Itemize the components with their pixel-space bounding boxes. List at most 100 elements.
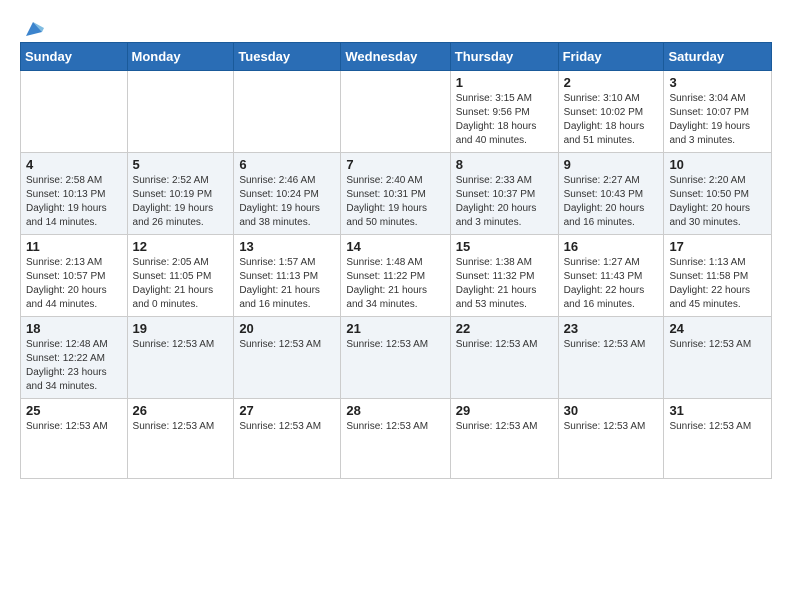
day-info: Sunrise: 3:15 AM Sunset: 9:56 PM Dayligh… xyxy=(456,92,553,148)
day-info: Sunrise: 1:27 AM Sunset: 11:43 PM Daylig… xyxy=(564,256,659,312)
day-number: 25 xyxy=(26,403,122,418)
calendar-cell: 1 Sunrise: 3:15 AM Sunset: 9:56 PM Daylig… xyxy=(450,71,558,153)
day-info: Sunrise: 3:04 AM Sunset: 10:07 PM Daylig… xyxy=(669,92,766,148)
day-number: 20 xyxy=(239,321,335,336)
col-header-monday: Monday xyxy=(127,43,234,71)
day-info: Sunrise: 3:10 AM Sunset: 10:02 PM Daylig… xyxy=(564,92,659,148)
calendar-cell xyxy=(127,71,234,153)
day-info: Sunrise: 12:53 AM xyxy=(346,338,444,352)
day-info: Sunrise: 12:53 AM xyxy=(456,338,553,352)
col-header-thursday: Thursday xyxy=(450,43,558,71)
calendar-cell: 11 Sunrise: 2:13 AM Sunset: 10:57 PM Dayl… xyxy=(21,235,128,317)
day-info: Sunrise: 2:05 AM Sunset: 11:05 PM Daylig… xyxy=(133,256,229,312)
day-number: 24 xyxy=(669,321,766,336)
calendar-cell: 17 Sunrise: 1:13 AM Sunset: 11:58 PM Dayl… xyxy=(664,235,772,317)
day-info: Sunrise: 12:53 AM xyxy=(239,338,335,352)
day-number: 27 xyxy=(239,403,335,418)
day-info: Sunrise: 12:53 AM xyxy=(133,420,229,434)
day-info: Sunrise: 12:53 AM xyxy=(669,420,766,434)
calendar-cell: 16 Sunrise: 1:27 AM Sunset: 11:43 PM Dayl… xyxy=(558,235,664,317)
calendar-cell: 29 Sunrise: 12:53 AM xyxy=(450,399,558,479)
day-number: 23 xyxy=(564,321,659,336)
col-header-wednesday: Wednesday xyxy=(341,43,450,71)
day-number: 12 xyxy=(133,239,229,254)
day-number: 17 xyxy=(669,239,766,254)
day-info: Sunrise: 2:46 AM Sunset: 10:24 PM Daylig… xyxy=(239,174,335,230)
day-number: 31 xyxy=(669,403,766,418)
calendar-cell: 13Sunrise: 1:57 AM Sunset: 11:13 PM Dayl… xyxy=(234,235,341,317)
calendar-cell: 21 Sunrise: 12:53 AM xyxy=(341,317,450,399)
col-header-tuesday: Tuesday xyxy=(234,43,341,71)
day-number: 29 xyxy=(456,403,553,418)
calendar-cell: 8 Sunrise: 2:33 AM Sunset: 10:37 PM Dayli… xyxy=(450,153,558,235)
day-info: Sunrise: 12:53 AM xyxy=(239,420,335,434)
day-info: Sunrise: 12:53 AM xyxy=(456,420,553,434)
calendar-cell: 7 Sunrise: 2:40 AM Sunset: 10:31 PM Dayli… xyxy=(341,153,450,235)
day-number: 30 xyxy=(564,403,659,418)
day-number: 1 xyxy=(456,75,553,90)
day-info: Sunrise: 2:20 AM Sunset: 10:50 PM Daylig… xyxy=(669,174,766,230)
calendar-header-row: SundayMondayTuesdayWednesdayThursdayFrid… xyxy=(21,43,772,71)
day-number: 28 xyxy=(346,403,444,418)
day-info: Sunrise: 1:48 AM Sunset: 11:22 PM Daylig… xyxy=(346,256,444,312)
day-info: Sunrise: 1:57 AM Sunset: 11:13 PM Daylig… xyxy=(239,256,335,312)
calendar-table: SundayMondayTuesdayWednesdayThursdayFrid… xyxy=(20,42,772,479)
calendar-cell: 2 Sunrise: 3:10 AM Sunset: 10:02 PM Dayli… xyxy=(558,71,664,153)
day-number: 21 xyxy=(346,321,444,336)
calendar-cell: 27 Sunrise: 12:53 AM xyxy=(234,399,341,479)
calendar-cell: 30Sunrise: 12:53 AM xyxy=(558,399,664,479)
day-number: 22 xyxy=(456,321,553,336)
calendar-week-row: 25Sunrise: 12:53 AM26Sunrise: 12:53 AM27… xyxy=(21,399,772,479)
col-header-friday: Friday xyxy=(558,43,664,71)
calendar-cell xyxy=(21,71,128,153)
day-info: Sunrise: 12:53 AM xyxy=(564,338,659,352)
calendar-cell xyxy=(234,71,341,153)
calendar-cell: 12 Sunrise: 2:05 AM Sunset: 11:05 PM Dayl… xyxy=(127,235,234,317)
calendar-cell: 15 Sunrise: 1:38 AM Sunset: 11:32 PM Dayl… xyxy=(450,235,558,317)
logo-icon xyxy=(22,18,44,40)
day-info: Sunrise: 12:53 AM xyxy=(133,338,229,352)
day-info: Sunrise: 2:40 AM Sunset: 10:31 PM Daylig… xyxy=(346,174,444,230)
calendar-cell: 28 Sunrise: 12:53 AM xyxy=(341,399,450,479)
calendar-cell: 9Sunrise: 2:27 AM Sunset: 10:43 PM Dayli… xyxy=(558,153,664,235)
day-number: 11 xyxy=(26,239,122,254)
day-info: Sunrise: 2:52 AM Sunset: 10:19 PM Daylig… xyxy=(133,174,229,230)
calendar-cell: 10 Sunrise: 2:20 AM Sunset: 10:50 PM Dayl… xyxy=(664,153,772,235)
logo xyxy=(20,18,44,36)
header xyxy=(20,18,772,36)
day-number: 8 xyxy=(456,157,553,172)
day-number: 15 xyxy=(456,239,553,254)
day-info: Sunrise: 1:38 AM Sunset: 11:32 PM Daylig… xyxy=(456,256,553,312)
day-number: 9 xyxy=(564,157,659,172)
calendar-week-row: 1 Sunrise: 3:15 AM Sunset: 9:56 PM Daylig… xyxy=(21,71,772,153)
day-number: 7 xyxy=(346,157,444,172)
calendar-cell: 23 Sunrise: 12:53 AM xyxy=(558,317,664,399)
day-info: Sunrise: 2:58 AM Sunset: 10:13 PM Daylig… xyxy=(26,174,122,230)
day-info: Sunrise: 1:13 AM Sunset: 11:58 PM Daylig… xyxy=(669,256,766,312)
calendar-week-row: 4 Sunrise: 2:58 AM Sunset: 10:13 PM Dayli… xyxy=(21,153,772,235)
calendar-cell: 25 Sunrise: 12:53 AM xyxy=(21,399,128,479)
day-number: 4 xyxy=(26,157,122,172)
calendar-cell: 5Sunrise: 2:52 AM Sunset: 10:19 PM Dayli… xyxy=(127,153,234,235)
col-header-saturday: Saturday xyxy=(664,43,772,71)
day-number: 19 xyxy=(133,321,229,336)
calendar-cell: 20 Sunrise: 12:53 AM xyxy=(234,317,341,399)
calendar-cell: 4 Sunrise: 2:58 AM Sunset: 10:13 PM Dayli… xyxy=(21,153,128,235)
calendar-cell: 6 Sunrise: 2:46 AM Sunset: 10:24 PM Dayli… xyxy=(234,153,341,235)
calendar-cell xyxy=(341,71,450,153)
calendar-cell: 24Sunrise: 12:53 AM xyxy=(664,317,772,399)
day-info: Sunrise: 12:48 AM Sunset: 12:22 AM Dayli… xyxy=(26,338,122,394)
day-info: Sunrise: 12:53 AM xyxy=(346,420,444,434)
day-number: 16 xyxy=(564,239,659,254)
calendar-cell: 14Sunrise: 1:48 AM Sunset: 11:22 PM Dayl… xyxy=(341,235,450,317)
day-number: 6 xyxy=(239,157,335,172)
day-info: Sunrise: 2:13 AM Sunset: 10:57 PM Daylig… xyxy=(26,256,122,312)
day-info: Sunrise: 12:53 AM xyxy=(26,420,122,434)
calendar-cell: 31 Sunrise: 12:53 AM xyxy=(664,399,772,479)
day-number: 18 xyxy=(26,321,122,336)
calendar-cell: 26Sunrise: 12:53 AM xyxy=(127,399,234,479)
day-number: 2 xyxy=(564,75,659,90)
day-number: 10 xyxy=(669,157,766,172)
col-header-sunday: Sunday xyxy=(21,43,128,71)
day-info: Sunrise: 2:33 AM Sunset: 10:37 PM Daylig… xyxy=(456,174,553,230)
